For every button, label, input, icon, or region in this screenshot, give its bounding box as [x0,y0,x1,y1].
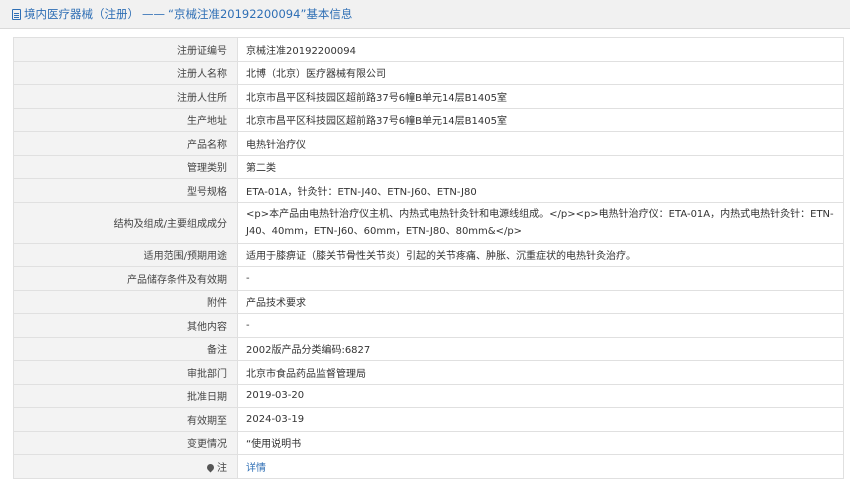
title-separator: —— [142,7,165,21]
field-value: 适用于膝痹证（膝关节骨性关节炎）引起的关节疼痛、肿胀、沉重症状的电热针灸治疗。 [237,242,844,267]
table-row: 生产地址 北京市昌平区科技园区超前路37号6幢B单元14层B1405室 [13,107,844,132]
field-value: 北京市昌平区科技园区超前路37号6幢B单元14层B1405室 [237,107,844,132]
field-label: 注册人名称 [13,60,238,85]
field-label: 变更情况 [13,430,238,455]
field-label: 附件 [13,289,238,314]
field-value: “使用说明书 [237,430,844,455]
note-label-cell: 注 [13,454,238,479]
table-row: 注册证编号 京械注准20192200094 [13,37,844,62]
page-title: 境内医疗器械（注册） —— “京械注准20192200094”基本信息 [24,6,352,22]
field-value: - [237,313,844,338]
field-label: 注册人住所 [13,84,238,109]
table-row: 其他内容 - [13,313,844,338]
table-row: 产品名称 电热针治疗仪 [13,131,844,156]
table-row: 变更情况 “使用说明书 [13,430,844,455]
table-row: 管理类别 第二类 [13,154,844,179]
map-pin-icon [205,462,216,473]
field-value: 2024-03-19 [237,407,844,432]
field-value: <p>本产品由电热针治疗仪主机、内热式电热针灸针和电源线组成。</p><p>电热… [237,201,844,244]
field-label: 型号规格 [13,178,238,203]
table-row: 备注 2002版产品分类编码:6827 [13,336,844,361]
table-row: 产品储存条件及有效期 - [13,266,844,291]
field-label: 产品名称 [13,131,238,156]
table-row: 结构及组成/主要组成成分 <p>本产品由电热针治疗仪主机、内热式电热针灸针和电源线… [13,201,844,244]
field-value: 京械注准20192200094 [237,37,844,62]
field-label: 其他内容 [13,313,238,338]
table-row: 适用范围/预期用途 适用于膝痹证（膝关节骨性关节炎）引起的关节疼痛、肿胀、沉重症状… [13,242,844,267]
field-label: 管理类别 [13,154,238,179]
details-link[interactable]: 详情 [246,463,266,474]
field-label: 结构及组成/主要组成成分 [13,201,238,244]
table-row: 批准日期 2019-03-20 [13,383,844,408]
field-value: 北京市昌平区科技园区超前路37号6幢B单元14层B1405室 [237,84,844,109]
note-value-cell: 详情 [237,454,844,479]
table-row: 注 详情 [13,454,844,479]
field-label: 产品储存条件及有效期 [13,266,238,291]
table-row: 审批部门 北京市食品药品监督管理局 [13,360,844,385]
document-icon [12,8,21,20]
field-value: 北博（北京）医疗器械有限公司 [237,60,844,85]
page-header: 境内医疗器械（注册） —— “京械注准20192200094”基本信息 [0,0,850,29]
table-row: 型号规格 ETA-01A，针灸针：ETN-J40、ETN-J60、ETN-J80 [13,178,844,203]
field-value: 北京市食品药品监督管理局 [237,360,844,385]
field-label: 有效期至 [13,407,238,432]
table-row: 有效期至 2024-03-19 [13,407,844,432]
info-table: 注册证编号 京械注准20192200094 注册人名称 北博（北京）医疗器械有限公司注… [13,37,844,479]
field-value: 2002版产品分类编码:6827 [237,336,844,361]
category-text: 境内医疗器械（注册） [24,7,139,21]
field-label: 生产地址 [13,107,238,132]
field-label: 适用范围/预期用途 [13,242,238,267]
record-title: “京械注准20192200094”基本信息 [168,7,353,21]
field-value: 2019-03-20 [237,383,844,408]
field-value: 第二类 [237,154,844,179]
table-row: 注册人住所 北京市昌平区科技园区超前路37号6幢B单元14层B1405室 [13,84,844,109]
field-label: 备注 [13,336,238,361]
field-value: ETA-01A，针灸针：ETN-J40、ETN-J60、ETN-J80 [237,178,844,203]
table-row: 附件 产品技术要求 [13,289,844,314]
table-row: 注册人名称 北博（北京）医疗器械有限公司 [13,60,844,85]
field-value: 电热针治疗仪 [237,131,844,156]
field-value: - [237,266,844,291]
field-value: 产品技术要求 [237,289,844,314]
note-label: 注 [217,462,227,474]
field-label: 批准日期 [13,383,238,408]
field-label: 审批部门 [13,360,238,385]
field-label: 注册证编号 [13,37,238,62]
